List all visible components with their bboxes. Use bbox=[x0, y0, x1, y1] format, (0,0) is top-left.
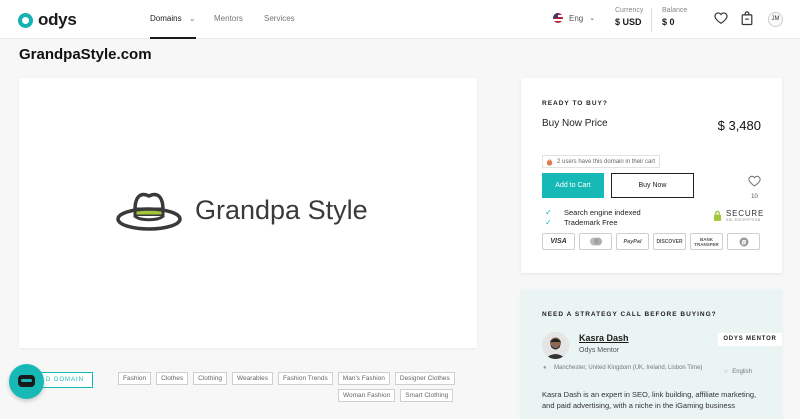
feature-text: Search engine indexed bbox=[564, 207, 641, 217]
currency-label: Currency bbox=[615, 7, 644, 14]
nav-domains[interactable]: Domains ⌄ bbox=[150, 0, 196, 39]
tag[interactable]: Clothing bbox=[193, 372, 228, 385]
mentor-language-text: English bbox=[732, 369, 752, 375]
odys-logo-icon bbox=[18, 12, 33, 28]
page-title: GrandpaStyle.com bbox=[19, 46, 152, 63]
nav-domains-label: Domains bbox=[150, 14, 182, 23]
secure-badge: SECURE SSL ENCRYPTION bbox=[713, 209, 764, 222]
location-pin-icon: ● bbox=[543, 365, 547, 371]
logo-text: odys bbox=[38, 10, 77, 29]
buy-heading: READY TO BUY? bbox=[542, 100, 608, 107]
price-value: $ 3,480 bbox=[717, 118, 761, 133]
chat-bubble-icon: ○ bbox=[724, 369, 728, 375]
domain-logo-card: Grandpa Style bbox=[19, 78, 477, 348]
heart-icon[interactable] bbox=[714, 11, 728, 30]
buy-panel: READY TO BUY? Buy Now Price $ 3,480 2 us… bbox=[521, 78, 782, 273]
cart-demand-text: 2 users have this domain in their cart bbox=[557, 158, 656, 165]
us-flag-icon bbox=[553, 13, 563, 23]
mentor-location: ● Manchester, United Kingdom (UK, Irelan… bbox=[542, 364, 717, 373]
currency-selector[interactable]: Currency $ USD bbox=[615, 7, 643, 27]
hat-icon bbox=[116, 192, 182, 231]
balance-display: Balance $ 0 bbox=[662, 7, 687, 27]
domain-tags: Fashion Clothes Clothing Wearables Fashi… bbox=[118, 372, 463, 402]
balance-value: $ 0 bbox=[662, 17, 675, 27]
mentor-avatar[interactable] bbox=[542, 332, 569, 359]
add-to-cart-button[interactable]: Add to Cart bbox=[542, 173, 604, 198]
mentor-badge: ODYS MENTOR bbox=[718, 333, 782, 346]
strategy-heading: NEED A STRATEGY CALL BEFORE BUYING? bbox=[542, 311, 717, 318]
tag[interactable]: Clothes bbox=[156, 372, 189, 385]
top-navigation-bar: odys Domains ⌄ Mentors Services Eng ⌄ Cu… bbox=[0, 0, 800, 39]
user-avatar[interactable]: JM bbox=[768, 12, 783, 27]
odys-logo[interactable]: odys bbox=[18, 10, 77, 30]
buy-now-button[interactable]: Buy Now bbox=[611, 173, 694, 198]
balance-label: Balance bbox=[662, 7, 688, 14]
domain-logo-text: Grandpa Style bbox=[195, 194, 368, 225]
mentor-role: Odys Mentor bbox=[579, 347, 620, 354]
currency-value: $ USD bbox=[615, 17, 642, 27]
mentor-name-link[interactable]: Kasra Dash bbox=[579, 333, 629, 343]
mentor-language: ○ English bbox=[724, 369, 752, 375]
nav-mentors[interactable]: Mentors bbox=[214, 0, 243, 39]
feature-text: Trademark Free bbox=[564, 217, 618, 227]
payment-methods: VISA PayPal DISCOVER BANK TRANSFER B bbox=[542, 233, 760, 250]
secure-title: SECURE bbox=[726, 209, 765, 218]
bank-transfer-icon: BANK TRANSFER bbox=[690, 233, 723, 250]
cart-demand-badge: 2 users have this domain in their cart bbox=[542, 155, 661, 168]
language-selector[interactable]: Eng ⌄ bbox=[553, 13, 595, 23]
chevron-down-icon: ⌄ bbox=[188, 14, 196, 23]
favorite-button[interactable]: 10 bbox=[748, 174, 761, 200]
heart-icon bbox=[748, 175, 761, 187]
svg-text:B: B bbox=[741, 238, 746, 246]
feature-list: ✓ Search engine indexed ✓ Trademark Free bbox=[545, 207, 641, 227]
tag[interactable]: Smart Clothing bbox=[400, 389, 454, 402]
visa-icon: VISA bbox=[542, 233, 575, 250]
secure-subtitle: SSL ENCRYPTION bbox=[726, 218, 761, 222]
tag[interactable]: Designer Clothes bbox=[394, 372, 455, 385]
buy-now-price-label: Buy Now Price bbox=[542, 118, 608, 129]
lock-icon bbox=[713, 210, 722, 221]
paypal-icon: PayPal bbox=[616, 233, 649, 250]
mentor-location-text: Manchester, United Kingdom (UK, Ireland,… bbox=[554, 365, 703, 371]
cart-icon[interactable] bbox=[741, 11, 753, 31]
mastercard-icon bbox=[579, 233, 612, 250]
check-icon: ✓ bbox=[545, 207, 552, 217]
feature-item: ✓ Trademark Free bbox=[545, 217, 641, 227]
chat-widget-button[interactable] bbox=[9, 364, 44, 399]
mentor-bio: Kasra Dash is an expert in SEO, link bui… bbox=[542, 390, 757, 410]
tag[interactable]: Wearables bbox=[232, 372, 273, 385]
feature-item: ✓ Search engine indexed bbox=[545, 207, 641, 217]
chevron-down-icon: ⌄ bbox=[589, 15, 596, 22]
domain-logo: Grandpa Style bbox=[115, 188, 368, 232]
tag[interactable]: Fashion Trends bbox=[277, 372, 333, 385]
discover-icon: DISCOVER bbox=[653, 233, 686, 250]
tag[interactable]: Fashion bbox=[118, 372, 152, 385]
nav-services[interactable]: Services bbox=[264, 0, 295, 39]
tag[interactable]: Man's Fashion bbox=[337, 372, 390, 385]
flame-icon bbox=[546, 157, 553, 166]
check-icon: ✓ bbox=[545, 217, 552, 227]
language-label: Eng bbox=[569, 13, 584, 23]
bitcoin-icon: B bbox=[727, 233, 760, 250]
divider bbox=[651, 8, 652, 32]
favorite-count: 10 bbox=[751, 194, 758, 200]
strategy-call-panel: NEED A STRATEGY CALL BEFORE BUYING? ODYS… bbox=[521, 289, 782, 419]
chat-icon bbox=[18, 375, 35, 387]
tag[interactable]: Woman Fashion bbox=[338, 389, 396, 402]
